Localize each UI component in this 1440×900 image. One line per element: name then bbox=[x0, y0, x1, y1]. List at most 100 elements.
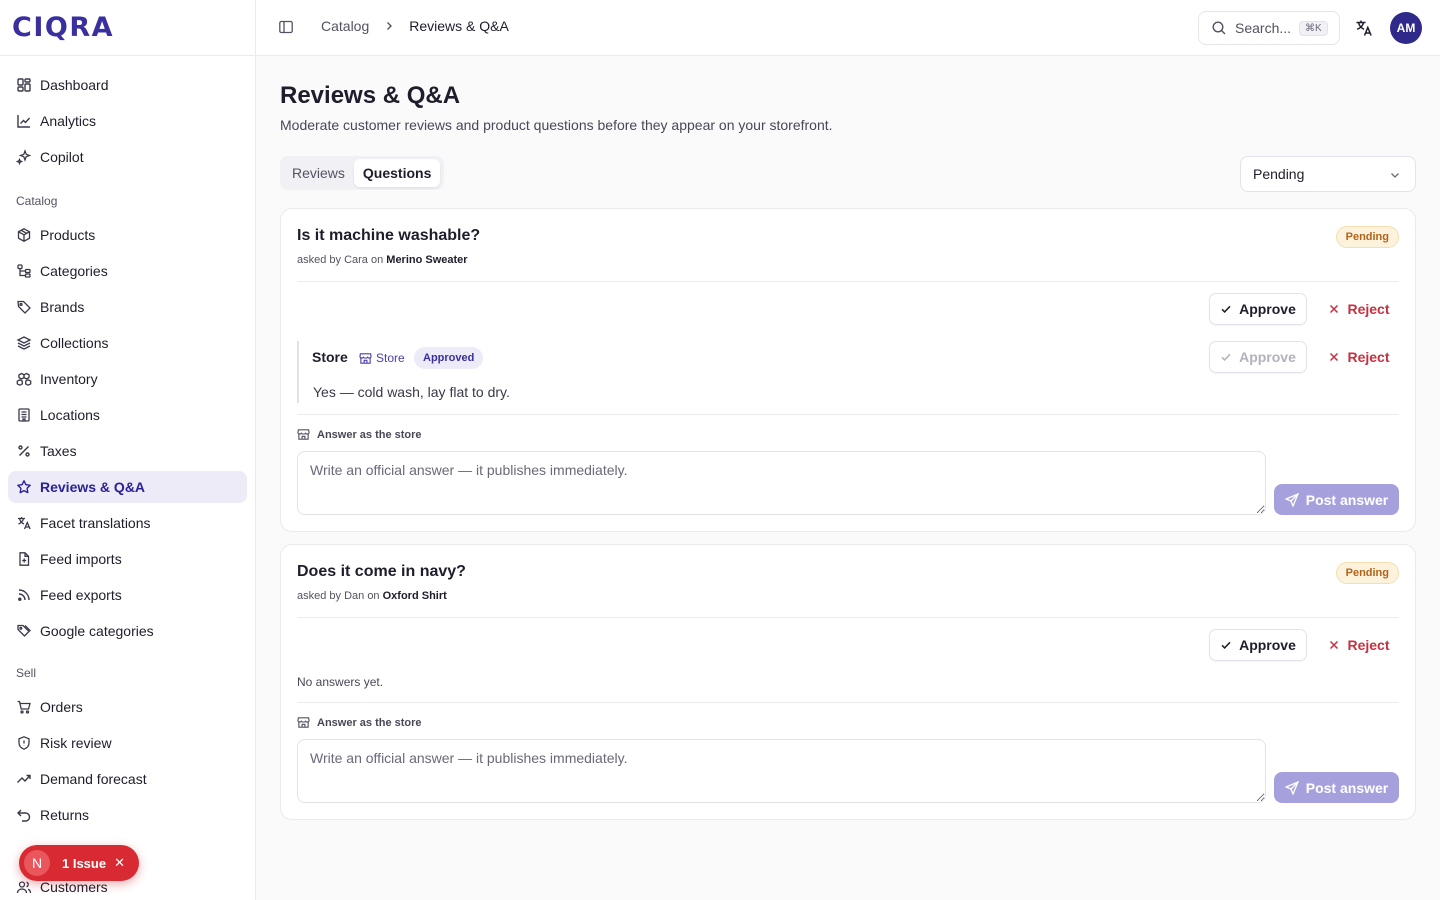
package-icon bbox=[16, 227, 32, 243]
question-meta: asked by Dan on Oxford Shirt bbox=[297, 590, 447, 602]
sidebar-item-label: Taxes bbox=[40, 443, 77, 459]
post-answer-button[interactable]: Post answer bbox=[1274, 772, 1399, 803]
building-icon bbox=[16, 407, 32, 423]
page-title: Reviews & Q&A bbox=[280, 82, 461, 109]
sidebar-item-categories[interactable]: Categories bbox=[8, 255, 247, 287]
approve-label: Approve bbox=[1239, 637, 1296, 653]
avatar[interactable]: AM bbox=[1390, 12, 1422, 44]
sidebar-item-inventory[interactable]: Inventory bbox=[8, 363, 247, 395]
answer-as-store-label: Answer as the store bbox=[297, 428, 422, 441]
approve-answer-button[interactable]: Approve bbox=[1209, 341, 1307, 373]
sidebar-item-taxes[interactable]: Taxes bbox=[8, 435, 247, 467]
sidebar-item-returns[interactable]: Returns bbox=[8, 799, 247, 831]
post-answer-button[interactable]: Post answer bbox=[1274, 484, 1399, 515]
tag-icon bbox=[16, 299, 32, 315]
answer-textarea[interactable] bbox=[297, 739, 1266, 803]
breadcrumb: Catalog Reviews & Q&A bbox=[321, 18, 509, 34]
approve-question-button[interactable]: Approve bbox=[1209, 293, 1307, 325]
sidebar-item-label: Reviews & Q&A bbox=[40, 479, 146, 495]
send-icon bbox=[1284, 492, 1299, 507]
shield-icon bbox=[16, 735, 32, 751]
search-input[interactable]: Search... ⌘K bbox=[1198, 11, 1340, 45]
sidebar-item-google-categories[interactable]: Google categories bbox=[8, 615, 247, 647]
answer-item: Store Store Approved Yes — cold wash, la… bbox=[297, 341, 1399, 403]
tab-reviews[interactable]: Reviews bbox=[283, 159, 354, 187]
tab-questions[interactable]: Questions bbox=[353, 159, 441, 187]
question-card: Is it machine washable? asked by Cara on… bbox=[280, 208, 1416, 532]
logo-text: CIQRA bbox=[12, 12, 114, 43]
reject-question-button[interactable]: Reject bbox=[1319, 293, 1399, 325]
issues-indicator[interactable]: N 1 Issue ✕ bbox=[19, 845, 139, 881]
sidebar-nav: Dashboard Analytics Copilot Catalog Prod… bbox=[0, 56, 255, 900]
percent-icon bbox=[16, 443, 32, 459]
reject-answer-button[interactable]: Reject bbox=[1319, 341, 1399, 373]
sidebar-item-copilot[interactable]: Copilot bbox=[8, 141, 247, 173]
dashboard-icon bbox=[16, 77, 32, 93]
divider bbox=[297, 617, 1399, 618]
x-icon bbox=[1328, 351, 1340, 363]
sidebar: CIQRA Dashboard Analytics Copilot Catalo… bbox=[0, 0, 256, 900]
divider bbox=[297, 702, 1399, 703]
breadcrumb-catalog[interactable]: Catalog bbox=[321, 18, 369, 34]
approve-question-button[interactable]: Approve bbox=[1209, 629, 1307, 661]
sidebar-toggle-icon[interactable] bbox=[278, 19, 294, 35]
tabs: Reviews Questions bbox=[280, 156, 444, 190]
sidebar-item-label: Feed exports bbox=[40, 587, 122, 603]
file-import-icon bbox=[16, 551, 32, 567]
issue-count-label: 1 Issue bbox=[62, 855, 107, 871]
status-filter-select[interactable]: Pending bbox=[1240, 156, 1416, 192]
language-translate-icon[interactable] bbox=[1354, 18, 1374, 38]
sidebar-item-label: Facet translations bbox=[40, 515, 151, 531]
product-name[interactable]: Merino Sweater bbox=[386, 254, 467, 266]
reject-label: Reject bbox=[1347, 637, 1390, 653]
chevron-down-icon bbox=[1389, 169, 1401, 181]
check-icon bbox=[1220, 639, 1232, 651]
check-icon bbox=[1220, 351, 1232, 363]
brand-logo[interactable]: CIQRA bbox=[0, 0, 255, 56]
sidebar-item-reviews-qa[interactable]: Reviews & Q&A bbox=[8, 471, 247, 503]
answer-textarea[interactable] bbox=[297, 451, 1266, 515]
users-icon bbox=[16, 879, 32, 895]
tree-icon bbox=[16, 263, 32, 279]
analytics-icon bbox=[16, 113, 32, 129]
question-meta: asked by Cara on Merino Sweater bbox=[297, 254, 468, 266]
sidebar-item-feed-imports[interactable]: Feed imports bbox=[8, 543, 247, 575]
translate-icon bbox=[16, 515, 32, 531]
sidebar-item-label: Google categories bbox=[40, 623, 154, 639]
x-icon bbox=[1328, 303, 1340, 315]
sidebar-item-label: Products bbox=[40, 227, 96, 243]
chevron-right-icon bbox=[383, 20, 395, 32]
sidebar-item-dashboard[interactable]: Dashboard bbox=[8, 69, 247, 101]
post-answer-label: Post answer bbox=[1305, 779, 1389, 796]
divider bbox=[297, 414, 1399, 415]
sidebar-item-collections[interactable]: Collections bbox=[8, 327, 247, 359]
reject-label: Reject bbox=[1347, 301, 1390, 317]
reject-question-button[interactable]: Reject bbox=[1319, 629, 1399, 661]
sidebar-item-feed-exports[interactable]: Feed exports bbox=[8, 579, 247, 611]
reject-label: Reject bbox=[1347, 349, 1390, 365]
sidebar-item-label: Brands bbox=[40, 299, 85, 315]
sidebar-item-locations[interactable]: Locations bbox=[8, 399, 247, 431]
status-badge: Pending bbox=[1335, 226, 1399, 248]
status-filter-value: Pending bbox=[1253, 166, 1305, 182]
sidebar-item-label: Demand forecast bbox=[40, 771, 147, 787]
sidebar-item-brands[interactable]: Brands bbox=[8, 291, 247, 323]
sidebar-item-label: Orders bbox=[40, 699, 83, 715]
sidebar-item-orders[interactable]: Orders bbox=[8, 691, 247, 723]
search-shortcut: ⌘K bbox=[1299, 20, 1328, 36]
sidebar-item-risk-review[interactable]: Risk review bbox=[8, 727, 247, 759]
search-placeholder: Search... bbox=[1235, 20, 1292, 36]
asked-by-text: asked by Cara on bbox=[297, 254, 384, 266]
sidebar-item-label: Inventory bbox=[40, 371, 98, 387]
sidebar-item-demand-forecast[interactable]: Demand forecast bbox=[8, 763, 247, 795]
close-icon[interactable]: ✕ bbox=[114, 855, 125, 871]
divider bbox=[297, 281, 1399, 282]
sidebar-item-facet-translations[interactable]: Facet translations bbox=[8, 507, 247, 539]
product-name[interactable]: Oxford Shirt bbox=[383, 590, 447, 602]
store-source-tag: Store bbox=[359, 351, 405, 365]
sparkles-icon bbox=[16, 149, 32, 165]
sidebar-item-label: Analytics bbox=[40, 113, 97, 129]
store-icon bbox=[359, 352, 372, 365]
sidebar-item-products[interactable]: Products bbox=[8, 219, 247, 251]
sidebar-item-analytics[interactable]: Analytics bbox=[8, 105, 247, 137]
